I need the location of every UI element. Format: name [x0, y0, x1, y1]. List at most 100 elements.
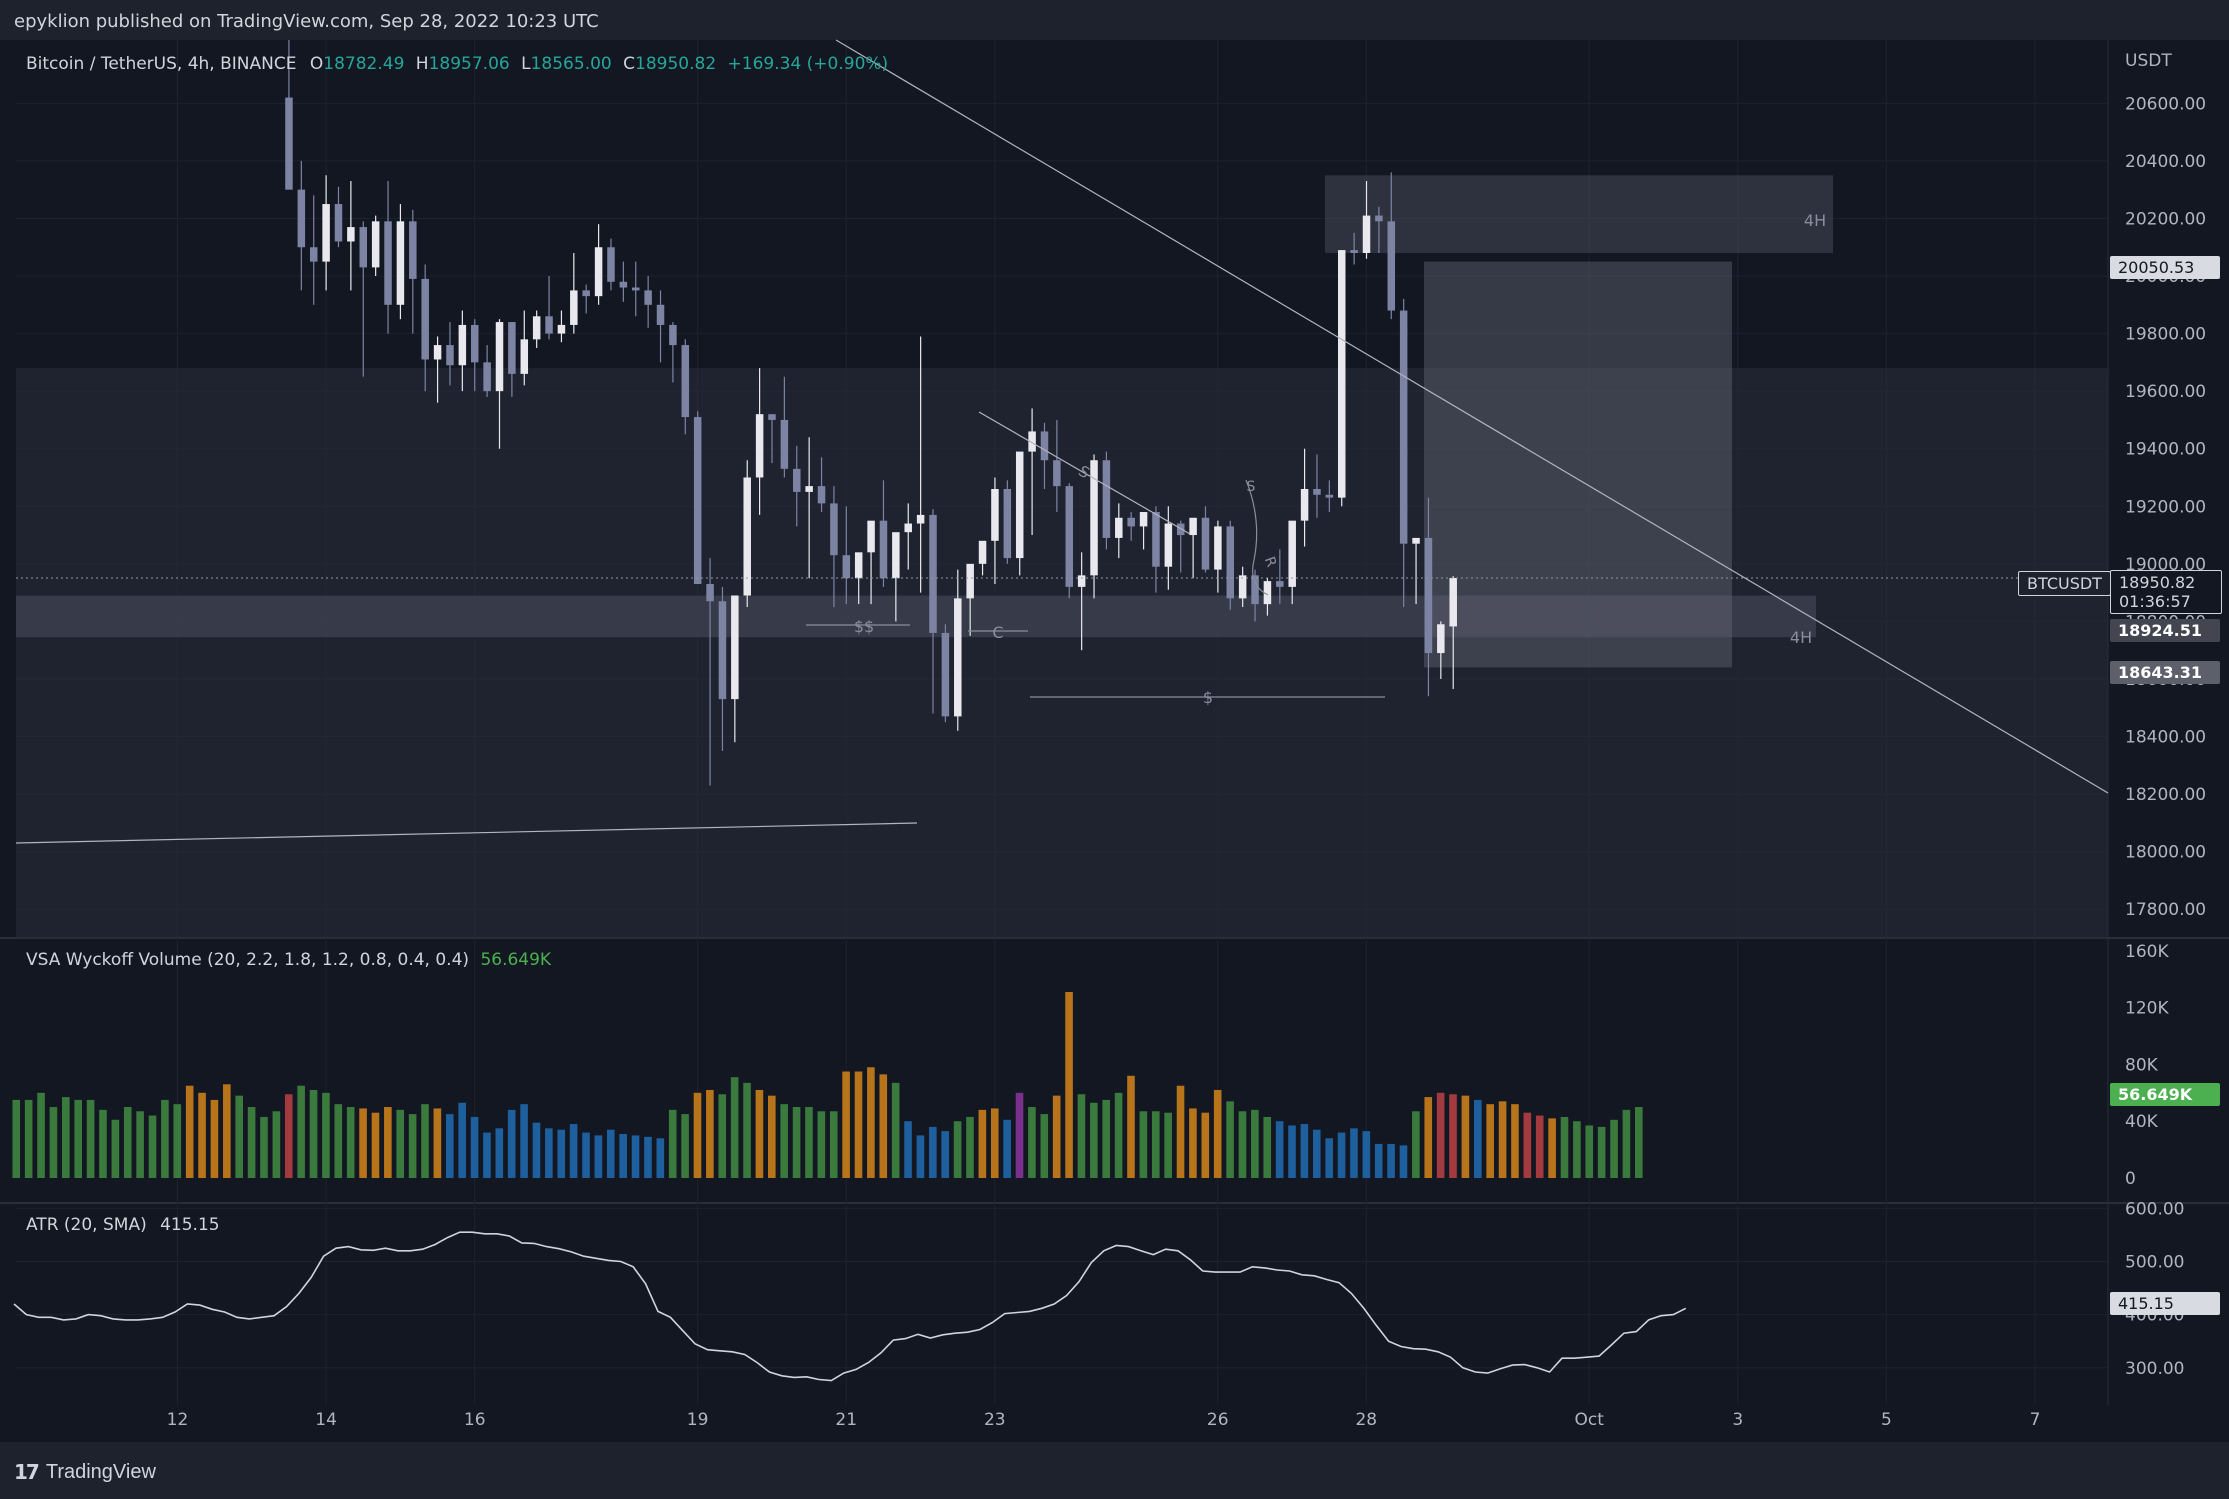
- volume-bar: [1263, 1116, 1272, 1178]
- candle-body: [1251, 575, 1259, 605]
- volume-bar: [421, 1104, 429, 1178]
- candle-body: [817, 486, 826, 504]
- volume-bar: [706, 1089, 714, 1178]
- volume-bar: [1597, 1126, 1606, 1178]
- volume-bar: [891, 1082, 900, 1178]
- candle-body: [1350, 250, 1358, 253]
- volume-bar: [693, 1092, 702, 1178]
- volume-bar: [842, 1071, 850, 1178]
- candle-body: [619, 281, 628, 288]
- candle-body: [433, 345, 442, 360]
- volume-bar: [1325, 1138, 1333, 1178]
- volume-bar: [743, 1082, 751, 1178]
- low-label: L: [521, 54, 531, 74]
- volume-bar: [458, 1102, 466, 1178]
- candle-body: [793, 468, 801, 492]
- candle-body: [1437, 624, 1445, 654]
- volume-bar: [780, 1104, 788, 1178]
- atr-tick-label: 300.00: [2125, 1359, 2184, 1379]
- volume-bar: [445, 1114, 454, 1178]
- candle-body: [656, 304, 665, 325]
- volume-bar: [297, 1085, 305, 1178]
- candle-body: [842, 555, 851, 579]
- candle-body: [706, 583, 714, 602]
- volume-bar: [495, 1128, 504, 1178]
- candle-body: [991, 489, 999, 541]
- volume-bar: [247, 1107, 256, 1178]
- candle-body: [470, 324, 479, 363]
- candle-body: [545, 316, 553, 334]
- candle-body: [954, 598, 962, 717]
- volume-bar: [198, 1092, 206, 1178]
- volume-bar: [1176, 1085, 1185, 1178]
- volume-bar: [396, 1109, 405, 1178]
- candle-body: [458, 324, 467, 366]
- volume-bar: [1213, 1089, 1222, 1178]
- candle-body: [1412, 537, 1420, 544]
- volume-bar: [223, 1084, 231, 1178]
- volume-bar: [1127, 1075, 1135, 1178]
- volume-bar: [1300, 1124, 1309, 1178]
- volume-bar: [1114, 1092, 1123, 1178]
- liquidity-s-bottom-label: $: [1203, 688, 1213, 707]
- volume-bar: [990, 1108, 999, 1178]
- volume-bar: [532, 1122, 541, 1178]
- candle-body: [421, 278, 429, 360]
- atr-series: [13, 1231, 1687, 1382]
- candle-body: [446, 345, 454, 366]
- volume-bar: [136, 1111, 144, 1178]
- price-tick-label: 19400.00: [2125, 440, 2206, 460]
- volume-bar: [470, 1116, 479, 1178]
- volume-bar: [1374, 1143, 1383, 1178]
- candle-body: [941, 632, 950, 717]
- candle-body: [1164, 523, 1173, 567]
- volume-bar: [235, 1095, 244, 1178]
- atr-tick-label: 600.00: [2125, 1199, 2184, 1219]
- candle-body: [669, 324, 677, 346]
- price-tick-label: 18400.00: [2125, 728, 2206, 748]
- time-tick-label: 16: [464, 1410, 486, 1430]
- candle-body: [384, 221, 392, 305]
- volume-bar: [371, 1112, 380, 1178]
- open-value: 18782.49: [323, 54, 405, 74]
- volume-bar: [1535, 1115, 1544, 1178]
- candle-body: [1424, 537, 1433, 654]
- candle-body: [359, 227, 368, 268]
- volume-bar: [384, 1107, 392, 1178]
- candle-body: [347, 227, 355, 242]
- candle-body: [1152, 512, 1160, 567]
- level-low-badge: 18643.31: [2110, 661, 2220, 684]
- volume-bar: [1040, 1114, 1049, 1178]
- chart-canvas[interactable]: 17800.0018000.0018200.0018400.0018600.00…: [0, 0, 2229, 1443]
- volume-bar: [1028, 1107, 1036, 1178]
- zone-4h-upper-label: 4H: [1804, 211, 1826, 230]
- candle-body: [892, 532, 900, 579]
- volume-bar: [1498, 1101, 1507, 1178]
- candle-body: [904, 523, 912, 533]
- time-tick-label: 21: [835, 1410, 857, 1430]
- volume-bar: [1275, 1121, 1284, 1178]
- time-tick-label: 26: [1207, 1410, 1229, 1430]
- price-tick-label: 20600.00: [2125, 94, 2206, 114]
- time-tick-label: Oct: [1574, 1410, 1604, 1430]
- candle-body: [718, 601, 727, 700]
- s-curve-label: S: [1247, 479, 1256, 495]
- volume-bar: [1337, 1132, 1346, 1178]
- volume-bar: [1164, 1112, 1172, 1178]
- volume-bar: [1635, 1107, 1643, 1178]
- tradingview-brand[interactable]: 17 TradingView: [14, 1460, 156, 1484]
- symbol-tag: BTCUSDT: [2018, 571, 2111, 596]
- volume-bar: [1151, 1111, 1160, 1178]
- candle-body: [508, 322, 516, 374]
- volume-title: VSA Wyckoff Volume (20, 2.2, 1.8, 1.2, 0…: [26, 950, 470, 970]
- supply-zone-4h: [1325, 175, 1833, 253]
- candle-body: [830, 503, 838, 556]
- volume-last-badge: 56.649K: [2110, 1083, 2220, 1106]
- volume-bar: [346, 1107, 355, 1178]
- time-tick-label: 28: [1355, 1410, 1377, 1430]
- candle-body: [644, 290, 652, 305]
- volume-bar: [953, 1121, 962, 1178]
- volume-bar: [1201, 1112, 1210, 1178]
- candle-body: [1201, 517, 1210, 570]
- candle-body: [334, 204, 343, 242]
